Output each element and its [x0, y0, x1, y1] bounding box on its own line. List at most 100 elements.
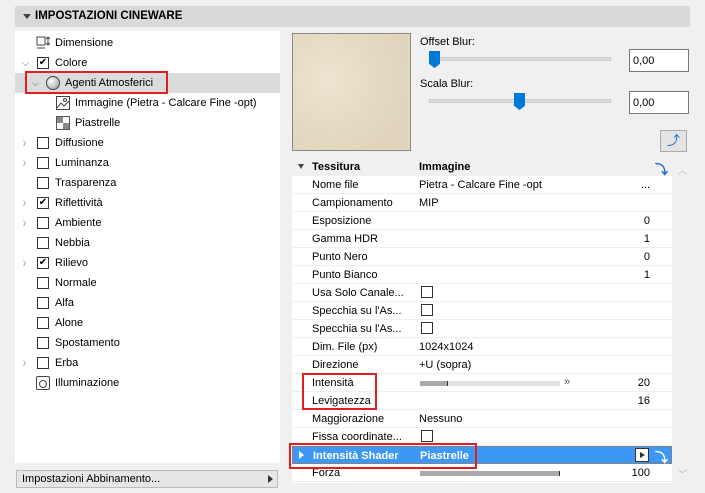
scale-blur-slider[interactable]	[514, 93, 525, 110]
chevron-right-icon[interactable]: ›	[23, 254, 26, 270]
scroll-up-icon[interactable]: ︿	[675, 162, 690, 177]
table-row[interactable]: Esposizione 0	[292, 212, 672, 230]
property-number[interactable]: 16	[638, 395, 650, 407]
tree-checkbox[interactable]: ✔	[37, 57, 49, 69]
tree-item[interactable]: Trasparenza	[15, 173, 280, 193]
table-row[interactable]: Specchia su l'As...	[292, 302, 672, 320]
table-row[interactable]: Usa Solo Canale...	[292, 284, 672, 302]
section-header[interactable]: IMPOSTAZIONI CINEWARE	[15, 6, 690, 27]
double-chevron-icon[interactable]: »	[564, 376, 570, 388]
table-row[interactable]: Fissa coordinate...	[292, 428, 672, 446]
table-row[interactable]: ⤵ Intensità Shader Piastrelle	[292, 446, 672, 465]
tree-item[interactable]: Alone	[15, 313, 280, 333]
property-value[interactable]: Nessuno	[419, 413, 462, 425]
submenu-button[interactable]	[635, 448, 649, 462]
offset-blur-track[interactable]	[429, 57, 611, 61]
tree-item-label: Alfa	[55, 297, 74, 309]
property-checkbox[interactable]	[421, 304, 433, 316]
tree-checkbox[interactable]: ✔	[37, 257, 49, 269]
tree-item-label: Immagine (Pietra - Calcare Fine -opt)	[75, 97, 257, 109]
property-checkbox[interactable]	[421, 286, 433, 298]
table-row[interactable]: Specchia su l'As...	[292, 320, 672, 338]
tree-checkbox[interactable]	[37, 297, 49, 309]
property-value[interactable]: Pietra - Calcare Fine -opt	[419, 179, 542, 191]
property-number[interactable]: 0	[644, 251, 650, 263]
tree-item[interactable]: › Luminanza	[15, 153, 280, 173]
property-value[interactable]: 1024x1024	[419, 341, 473, 353]
tree-item[interactable]: › Ambiente	[15, 213, 280, 233]
property-number[interactable]: 1	[644, 269, 650, 281]
property-slider[interactable]	[420, 471, 560, 476]
chevron-right-icon[interactable]: ›	[23, 214, 26, 230]
tree-item[interactable]: ⌵ Agenti Atmosferici	[15, 73, 280, 93]
chevron-down-icon[interactable]: ⌵	[32, 78, 39, 89]
table-row[interactable]: Maggiorazione Nessuno	[292, 410, 672, 428]
tree-item[interactable]: Dimensione	[15, 33, 280, 53]
tree-item[interactable]: › ✔ Riflettività	[15, 193, 280, 213]
tree-item[interactable]: Spostamento	[15, 333, 280, 353]
tree-item[interactable]: Normale	[15, 273, 280, 293]
collapse-icon[interactable]	[298, 164, 304, 169]
property-number[interactable]: 20	[638, 377, 650, 389]
tree-item[interactable]: ⌵ ✔ Colore	[15, 53, 280, 73]
property-number[interactable]: ...	[641, 179, 650, 191]
sync-button[interactable]: ⤴	[660, 130, 687, 152]
tree-checkbox[interactable]	[37, 317, 49, 329]
table-row[interactable]: Dim. File (px) 1024x1024	[292, 338, 672, 356]
table-scrollbar[interactable]: ︿ ﹀	[675, 158, 690, 483]
chevron-down-icon[interactable]: ⌵	[22, 58, 29, 69]
tree-checkbox[interactable]	[37, 237, 49, 249]
tree-checkbox[interactable]	[37, 137, 49, 149]
tree-checkbox[interactable]	[37, 337, 49, 349]
table-row[interactable]: Gamma HDR 1	[292, 230, 672, 248]
scroll-down-icon[interactable]: ﹀	[675, 466, 690, 481]
property-number[interactable]: 100	[632, 467, 650, 479]
property-value[interactable]: Piastrelle	[420, 450, 469, 462]
table-row[interactable]: Direzione +U (sopra)	[292, 356, 672, 374]
match-settings-button[interactable]: Impostazioni Abbinamento...	[16, 470, 278, 488]
sync-icon: ⤴	[666, 133, 680, 148]
expand-icon[interactable]	[299, 451, 304, 459]
table-row[interactable]: Levigatezza 16	[292, 392, 672, 410]
tree-item[interactable]: Illuminazione	[15, 373, 280, 393]
property-name: Gamma HDR	[312, 233, 379, 245]
tree-item[interactable]: › ✔ Rilievo	[15, 253, 280, 273]
property-value[interactable]: +U (sopra)	[419, 359, 471, 371]
property-number[interactable]: 0	[644, 215, 650, 227]
tree-checkbox[interactable]: ✔	[37, 197, 49, 209]
property-checkbox[interactable]	[421, 322, 433, 334]
offset-blur-input[interactable]: 0,00	[629, 49, 689, 72]
property-name: Specchia su l'As...	[312, 305, 402, 317]
tree-checkbox[interactable]	[37, 277, 49, 289]
offset-blur-slider[interactable]	[429, 51, 440, 68]
tree-item[interactable]: Nebbia	[15, 233, 280, 253]
table-row[interactable]: Nome file Pietra - Calcare Fine -opt...	[292, 176, 672, 194]
tree-item-label: Nebbia	[55, 237, 90, 249]
tree-checkbox[interactable]	[37, 177, 49, 189]
tree-item[interactable]: › Diffusione	[15, 133, 280, 153]
table-row[interactable]: Intensità » 20	[292, 374, 672, 392]
tree-item[interactable]: Alfa	[15, 293, 280, 313]
property-value[interactable]: MIP	[419, 197, 439, 209]
chevron-right-icon[interactable]: ›	[23, 354, 26, 370]
tree-item-label: Illuminazione	[55, 377, 120, 389]
property-slider[interactable]	[420, 381, 560, 386]
property-number[interactable]: 1	[644, 233, 650, 245]
tree-item[interactable]: Immagine (Pietra - Calcare Fine -opt)	[15, 93, 280, 113]
tree-item[interactable]: Piastrelle	[15, 113, 280, 133]
table-header[interactable]: Tessitura Immagine ⤵	[292, 158, 672, 177]
chevron-right-icon[interactable]: ›	[23, 194, 26, 210]
property-checkbox[interactable]	[421, 430, 433, 442]
table-row[interactable]: Campionamento MIP	[292, 194, 672, 212]
table-row[interactable]: Forza 100	[292, 464, 672, 482]
tree-item-label: Trasparenza	[55, 177, 117, 189]
tree-checkbox[interactable]	[37, 157, 49, 169]
table-row[interactable]: Punto Bianco 1	[292, 266, 672, 284]
chevron-right-icon[interactable]: ›	[23, 154, 26, 170]
tree-checkbox[interactable]	[37, 217, 49, 229]
chevron-right-icon[interactable]: ›	[23, 134, 26, 150]
tree-checkbox[interactable]	[37, 357, 49, 369]
tree-item[interactable]: › Erba	[15, 353, 280, 373]
scale-blur-input[interactable]: 0,00	[629, 91, 689, 114]
table-row[interactable]: Punto Nero 0	[292, 248, 672, 266]
